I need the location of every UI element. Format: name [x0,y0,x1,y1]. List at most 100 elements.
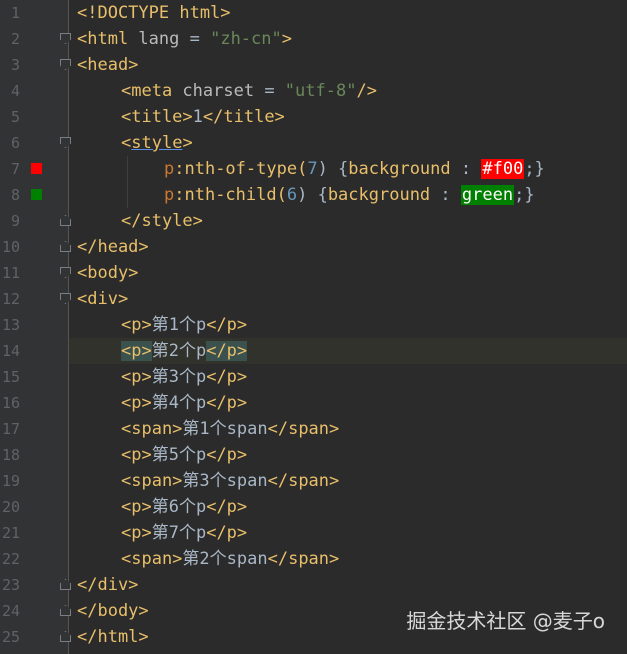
line-code[interactable]: <html lang = "zh-cn"> [77,26,292,52]
token: ;} [524,159,545,179]
token: </span> [267,471,340,491]
line-code[interactable]: <body> [77,260,138,286]
line-code[interactable]: <meta charset = "utf-8"/> [121,78,377,104]
token: <p> [121,445,152,465]
token: p [164,159,175,179]
line-code[interactable]: <span>第2个span</span> [121,546,339,572]
code-line: 7 p:nth-of-type(7) {background : #f00;} [0,156,627,182]
fold-open-icon[interactable] [60,137,71,148]
line-code[interactable]: <p>第4个p</p> [121,390,247,416]
token: <span> [121,419,183,439]
token: : [450,159,482,179]
fold-open-icon[interactable] [60,33,71,44]
token: ) { [317,159,349,179]
token: ;} [514,185,535,205]
token: 第1个p [151,315,207,335]
token: < [121,133,132,153]
fold-open-icon[interactable] [60,59,71,70]
line-code[interactable]: <p>第5个p</p> [121,442,247,468]
line-code[interactable]: <div> [77,286,128,312]
code-line: 11 <body> [0,260,627,286]
line-number: 9 [10,212,20,230]
code-editor[interactable]: 1 <!DOCTYPE html> 2 <html lang = "zh-cn"… [0,0,627,654]
token: <span> [121,471,183,491]
token: 第1个span [182,419,268,439]
token: <span> [121,549,183,569]
token-matched-tag: <p> [121,341,152,361]
token: 第6个p [151,497,207,517]
fold-open-icon[interactable] [60,293,71,304]
line-code[interactable]: <title>1</title> [121,104,285,130]
token: <p> [121,315,152,335]
line-code[interactable]: <p>第3个p</p> [121,364,247,390]
line-code[interactable]: <p>第2个p</p> [121,338,248,364]
color-preview-red-icon[interactable] [31,163,42,174]
code-line: 22 <span>第2个span</span> [0,546,627,572]
token: :nth-of-type( [174,159,308,179]
color-preview-green-icon[interactable] [31,189,42,200]
token: = [179,29,211,49]
token-link[interactable]: style [131,133,182,153]
token-matched-tag: </p> [206,341,248,361]
code-line: 17 <span>第1个span</span> [0,416,627,442]
fold-open-icon[interactable] [60,267,71,278]
line-code[interactable]: <head> [77,52,138,78]
token: <body> [77,263,139,283]
line-code[interactable]: <p>第1个p</p> [121,312,247,338]
line-number: 21 [1,524,20,542]
token: background [348,159,451,179]
line-number: 6 [10,134,20,152]
token: "zh-cn" [210,29,282,49]
token: <p> [121,523,152,543]
line-code[interactable]: <p>第6个p</p> [121,494,247,520]
token: </p> [206,393,248,413]
line-code[interactable]: </style> [121,208,203,234]
line-code[interactable]: </div> [77,572,138,598]
line-code[interactable]: <!DOCTYPE html> [77,0,231,26]
code-line: 15 <p>第3个p</p> [0,364,627,390]
line-number: 12 [1,290,20,308]
token: </p> [206,445,248,465]
token: 第7个p [151,523,207,543]
code-line: 21 <p>第7个p</p> [0,520,627,546]
code-line-current: 14 <p>第2个p</p> [0,338,627,364]
code-line: 12 <div> [0,286,627,312]
code-line: 23 </div> [0,572,627,598]
token: :nth-child( [174,185,287,205]
line-number: 3 [10,56,20,74]
line-number: 2 [10,30,20,48]
token: </body> [77,601,149,621]
line-number: 20 [1,498,20,516]
fold-close-icon[interactable] [60,215,71,226]
line-code[interactable]: <style> [121,130,193,156]
code-line: 9 </style> [0,208,627,234]
fold-close-icon[interactable] [60,631,71,642]
fold-close-icon[interactable] [60,579,71,590]
token: 1 [192,107,203,127]
line-number: 11 [1,264,20,282]
token: </p> [206,315,248,335]
token: <div> [77,289,129,309]
code-line: 18 <p>第5个p</p> [0,442,627,468]
fold-close-icon[interactable] [60,605,71,616]
line-number: 14 [1,342,20,360]
code-line: 20 <p>第6个p</p> [0,494,627,520]
token: p [164,185,175,205]
line-code[interactable]: <span>第3个span</span> [121,468,339,494]
line-code[interactable]: <span>第1个span</span> [121,416,339,442]
line-number: 15 [1,368,20,386]
line-code[interactable]: p:nth-of-type(7) {background : #f00;} [164,156,545,182]
line-code[interactable]: </html> [77,624,149,650]
code-line: 8 p:nth-child(6) {background : green;} [0,182,627,208]
line-code[interactable]: </head> [77,234,149,260]
code-line: 3 <head> [0,52,627,78]
line-code[interactable]: </body> [77,598,149,624]
line-code[interactable]: <p>第7个p</p> [121,520,247,546]
code-line: 5 <title>1</title> [0,104,627,130]
token: = [254,81,285,101]
token-color-value: green [460,185,515,205]
fold-close-icon[interactable] [60,241,71,252]
line-number: 19 [1,472,20,490]
line-code[interactable]: p:nth-child(6) {background : green;} [164,182,535,208]
token: /> [356,81,377,101]
